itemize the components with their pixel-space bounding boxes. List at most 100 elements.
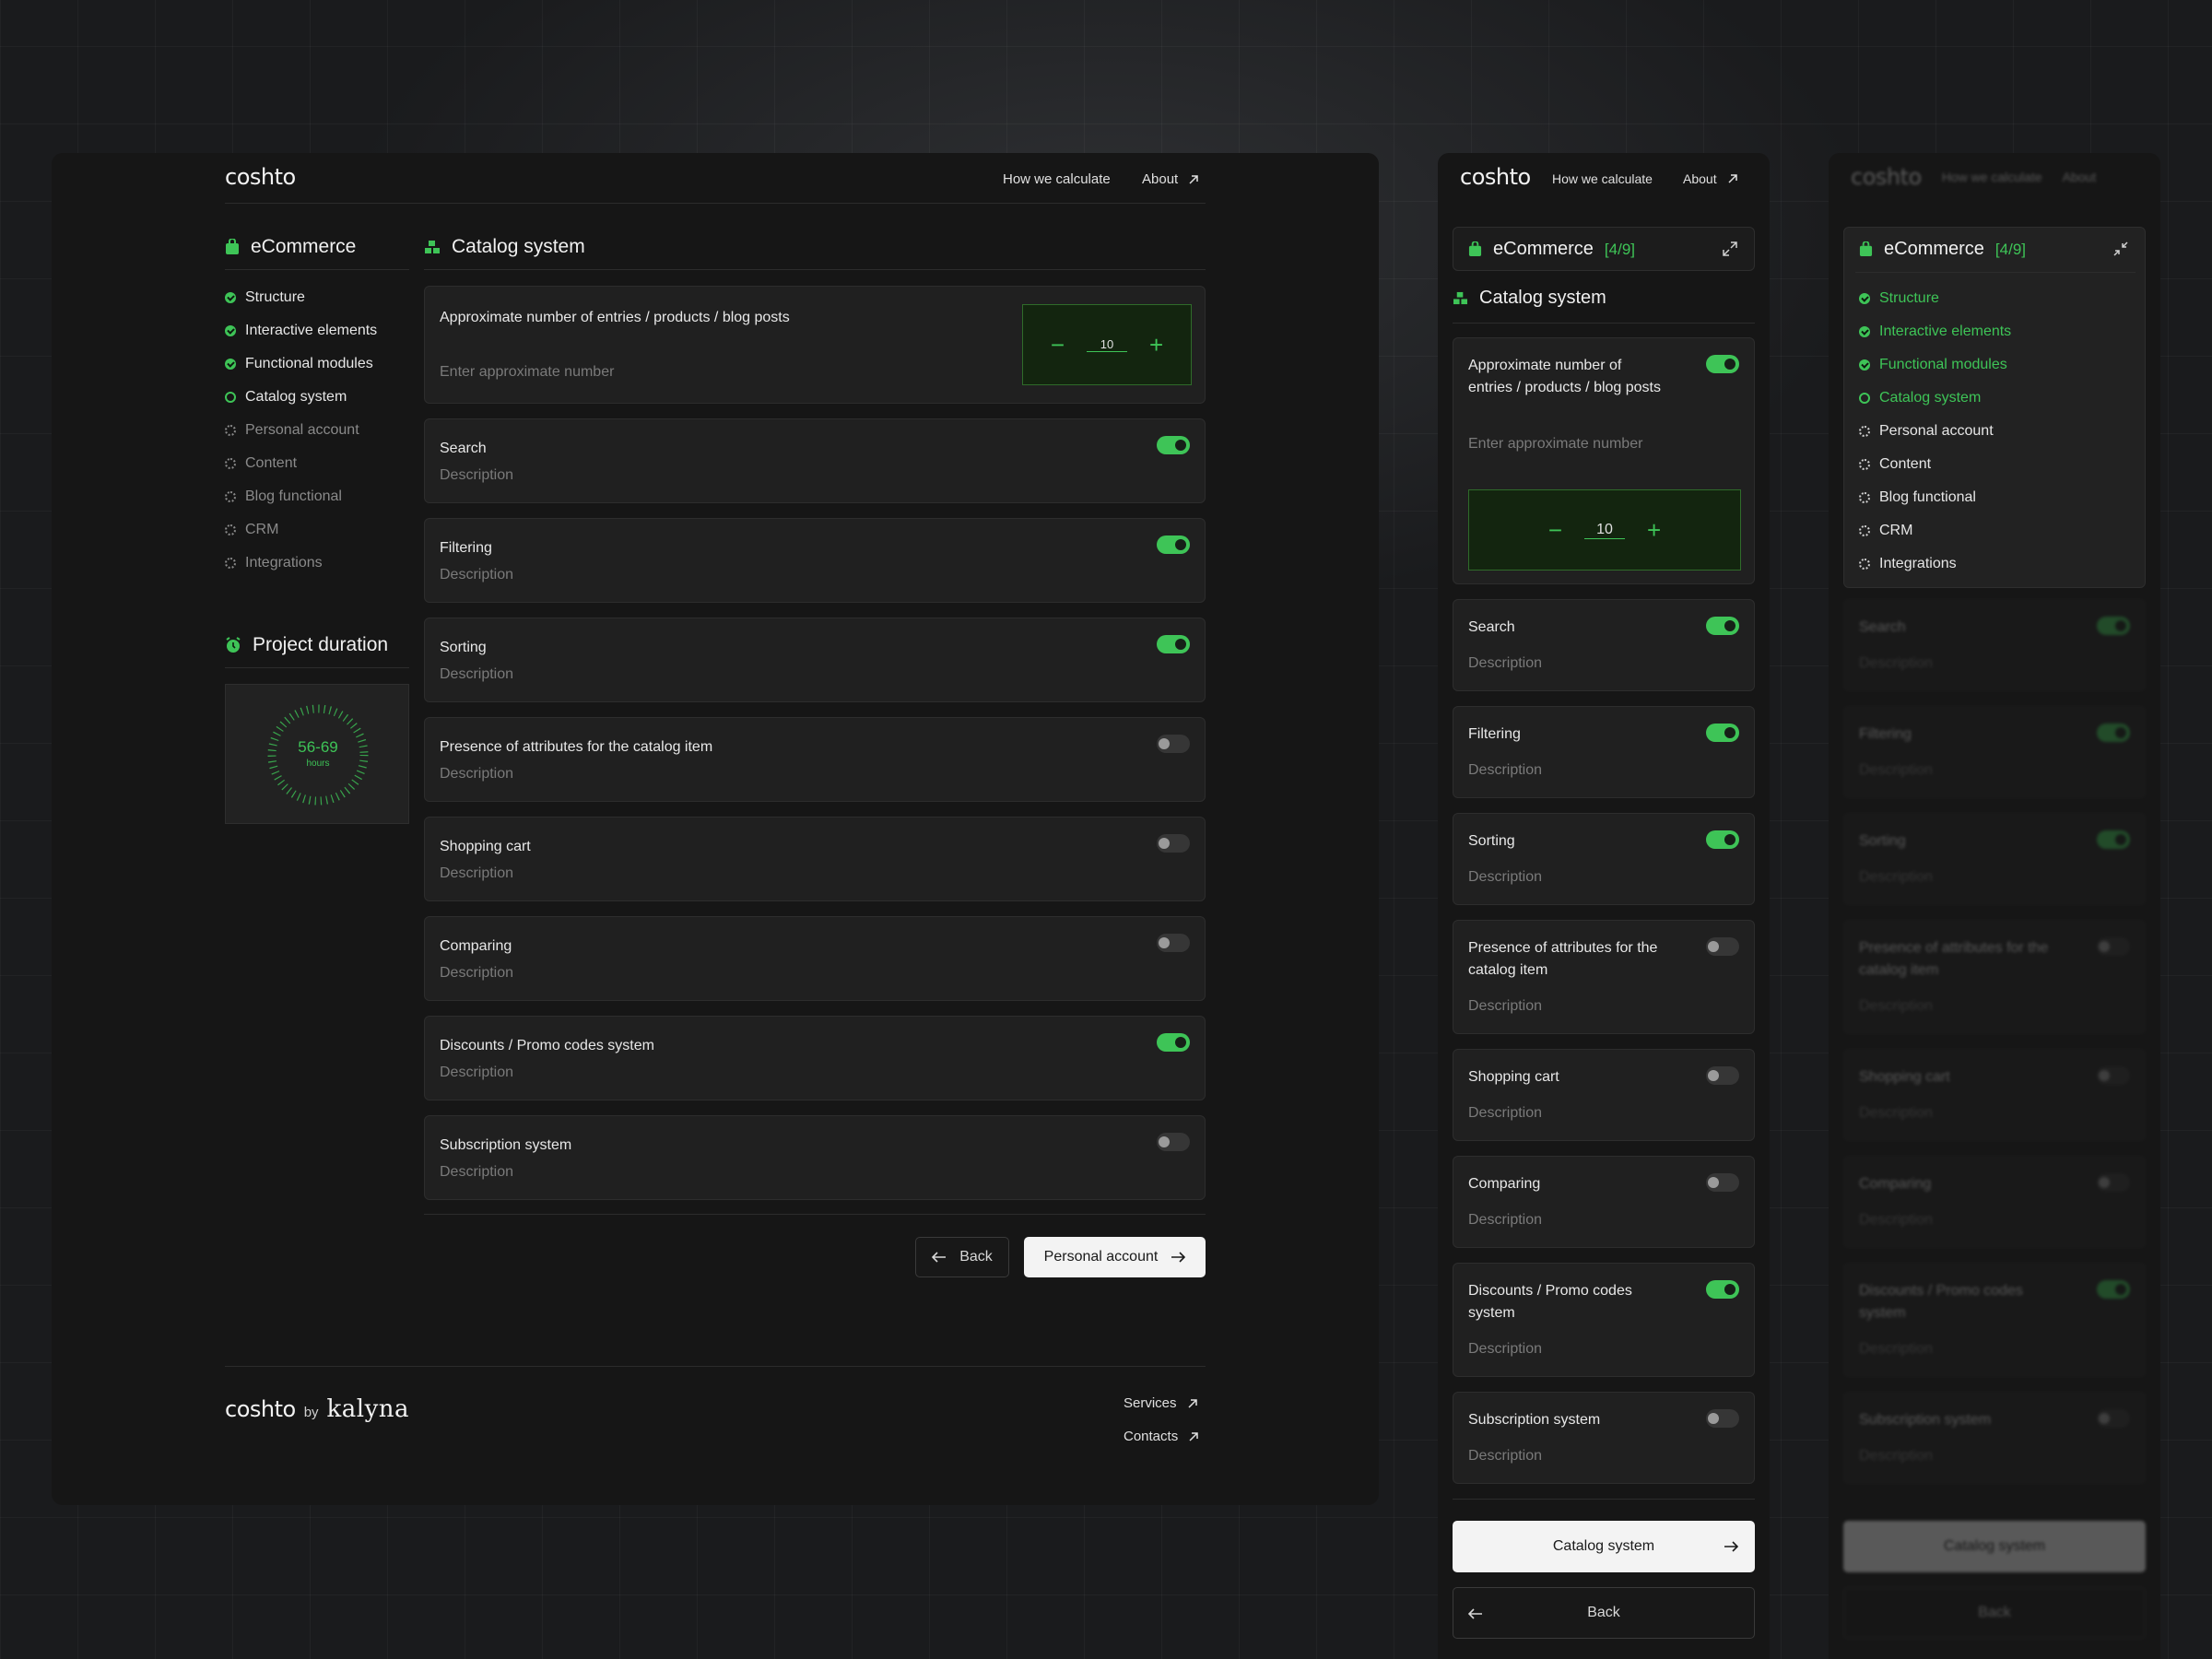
mobile-back-button[interactable]: Back [1453,1587,1755,1639]
step-interactive-elements[interactable]: Interactive elements [225,323,377,338]
mobile-quantity-stepper[interactable]: − 10 + [1468,489,1741,571]
footer-logo[interactable]: coshto [225,1396,296,1422]
expand-icon[interactable] [1722,241,1738,257]
option-label: Subscription system [1468,1412,1601,1428]
quantity-input[interactable]: 10 [1584,522,1625,539]
option-label: Filtering [1468,726,1521,742]
toggle-sorting[interactable] [1157,635,1190,653]
footer-contacts-link[interactable]: Contacts [1124,1429,1200,1444]
toggle-search[interactable] [1706,617,1739,635]
toggle-attributes[interactable] [1706,937,1739,956]
step-label: Functional modules [245,355,373,371]
option-desc: Description [1468,1341,1543,1357]
step-blog-functional[interactable]: Blog functional [225,488,377,504]
nav-about[interactable]: About [1142,171,1200,187]
mobile-option-sorting: Sorting Description [1453,813,1755,905]
toggle-sorting[interactable] [1706,830,1739,849]
step-crm[interactable]: CRM [225,522,377,537]
toggle-discounts [2097,1280,2130,1299]
sidebar-divider [225,269,409,270]
dashed-circle-icon [225,557,236,569]
plus-button[interactable]: + [1149,333,1163,357]
option-label: Discounts / Promo codes system [1859,1283,2023,1321]
quantity-stepper[interactable]: − 10 + [1022,304,1192,385]
toggle-comparing[interactable] [1706,1173,1739,1192]
mobile-next-button[interactable]: Catalog system [1453,1521,1755,1572]
mobile-entries-toggle[interactable] [1706,355,1739,373]
minus-button[interactable]: − [1548,518,1562,542]
option-label: Sorting [440,640,487,655]
option-label: Sorting [1468,833,1515,849]
mobile-frame: coshto How we calculate About eCommerce … [1438,153,1770,1659]
mobile-main-title: Catalog system [1453,288,1606,309]
footer-services-link[interactable]: Services [1124,1395,1199,1411]
option-desc: Description [440,1164,514,1180]
kalyna-logo[interactable]: kalyna [327,1395,410,1423]
mobile-actions-divider [1453,1499,1755,1500]
shopping-bag-icon [1468,241,1482,256]
toggle-filtering[interactable] [1157,535,1190,554]
dim-option-discounts: Discounts / Promo codes system Descriptio… [1843,1263,2146,1377]
toggle-subscription[interactable] [1706,1409,1739,1428]
step-structure[interactable]: Structure [225,289,377,305]
arrow-right-icon [1171,1252,1186,1263]
logo[interactable]: coshto [225,164,296,190]
footer-services-label: Services [1124,1395,1177,1411]
dim-option-sorting: Sorting Description [1843,813,2146,905]
plus-button[interactable]: + [1647,518,1661,542]
duration-title-label: Project duration [253,634,389,655]
option-desc: Description [440,567,514,582]
option-desc: Description [1468,655,1543,671]
toggle-discounts[interactable] [1706,1280,1739,1299]
mobile-section-header[interactable]: eCommerce [4/9] [1453,227,1755,271]
dashed-circle-icon [225,524,236,535]
dim-back-button: Back [1843,1587,2146,1639]
option-label: Comparing [1468,1176,1541,1192]
mobile-entries-placeholder: Enter approximate number [1468,436,1643,452]
toggle-filtering[interactable] [1706,724,1739,742]
option-label: Shopping cart [1468,1069,1559,1085]
step-integrations[interactable]: Integrations [225,555,377,571]
progress-counter: [4/9] [1604,240,1636,258]
option-label: Presence of attributes for the catalog i… [440,739,713,755]
actions-divider [424,1214,1206,1215]
toggle-discounts[interactable] [1157,1033,1190,1052]
option-label: Search [1468,619,1515,635]
toggle-attributes[interactable] [1157,735,1190,753]
step-personal-account[interactable]: Personal account [225,422,377,438]
step-content[interactable]: Content [225,455,377,471]
minus-button[interactable]: − [1051,333,1065,357]
dim-option-attributes: Presence of attributes for the catalog i… [1843,920,2146,1034]
mobile-logo[interactable]: coshto [1460,164,1531,190]
arrow-left-icon [932,1252,947,1263]
option-label: Presence of attributes for the catalog i… [1468,940,1658,978]
option-desc: Description [440,666,514,682]
dimmed-content: Search Description Filtering Description S… [1829,153,2160,1659]
nav-how-we-calculate[interactable]: How we calculate [1003,171,1111,187]
current-circle-icon [225,391,236,403]
step-label: Blog functional [245,488,342,504]
next-button[interactable]: Personal account [1024,1237,1206,1277]
check-icon [225,291,236,303]
mobile-nav-about[interactable]: About [1683,171,1739,186]
toggle-comparing[interactable] [1157,934,1190,952]
toggle-shopping-cart[interactable] [1706,1066,1739,1085]
arrow-right-icon [1724,1541,1738,1552]
catalog-icon [425,241,440,253]
back-button[interactable]: Back [915,1237,1009,1277]
dim-next-label: Catalog system [1943,1538,2046,1554]
quantity-input[interactable]: 10 [1087,337,1127,352]
mobile-nav-how[interactable]: How we calculate [1552,171,1653,186]
toggle-subscription[interactable] [1157,1133,1190,1151]
step-catalog-system[interactable]: Catalog system [225,389,377,405]
toggle-shopping-cart[interactable] [1157,834,1190,853]
option-card-sorting: Sorting Description [424,618,1206,702]
option-label: Filtering [440,540,492,556]
step-functional-modules[interactable]: Functional modules [225,356,377,371]
dim-option-search: Search Description [1843,599,2146,691]
toggle-search[interactable] [1157,436,1190,454]
entries-placeholder: Enter approximate number [440,364,615,380]
toggle-search [2097,617,2130,635]
step-label: Personal account [245,421,359,438]
alarm-clock-icon [226,637,241,653]
